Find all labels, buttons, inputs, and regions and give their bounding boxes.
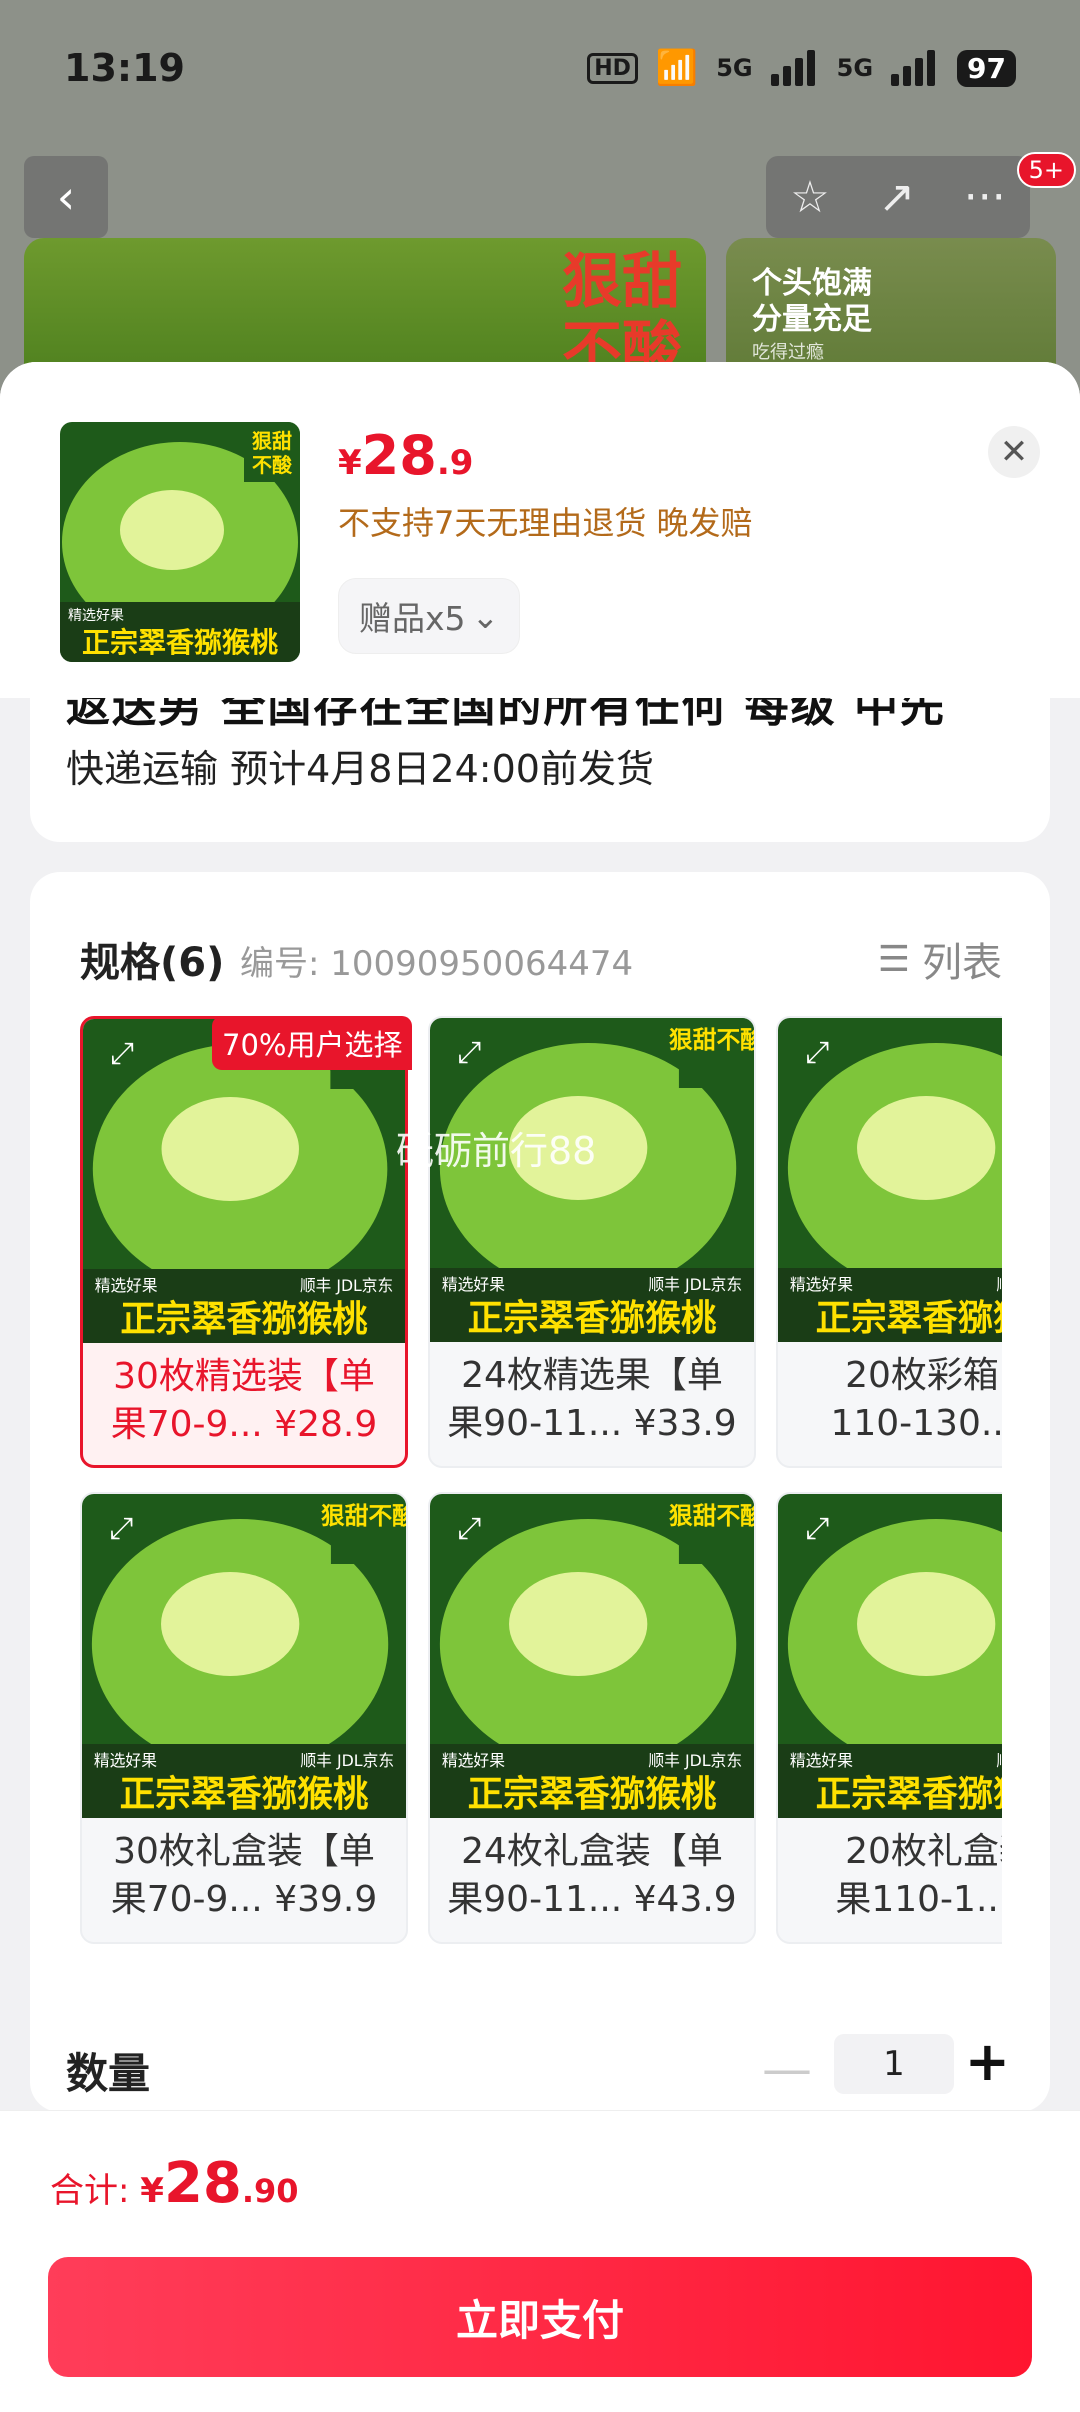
spec-option[interactable]: 狠甜不酸精选好果顺丰 JDL京东正宗翠香猕猴桃⤢20枚礼盒装果110-1... … bbox=[776, 1492, 1002, 1944]
svg-text:正宗翠香猕猴桃: 正宗翠香猕猴桃 bbox=[120, 1774, 369, 1815]
spec-option-label: 30枚礼盒装【单 果70-9... ¥39.9 bbox=[110, 1831, 378, 1920]
svg-text:⤢: ⤢ bbox=[110, 1036, 134, 1071]
spec-card: 规格(6) 编号: 10090950064474 ☰ 列表 狠甜不酸精选好果顺丰… bbox=[30, 872, 1050, 2112]
svg-text:正宗翠香猕猴桃: 正宗翠香猕猴桃 bbox=[468, 1774, 717, 1815]
checkout-footer: 合计: ¥28.90 立即支付 bbox=[0, 2110, 1080, 2412]
decrease-button[interactable]: — bbox=[762, 2040, 812, 2098]
signal-icon bbox=[770, 50, 819, 86]
svg-text:狠甜: 狠甜 bbox=[252, 429, 292, 453]
status-time: 13:19 bbox=[64, 46, 185, 90]
signal-5g-label: 5G bbox=[716, 54, 753, 82]
svg-text:顺丰 JDL京东: 顺丰 JDL京东 bbox=[648, 1275, 742, 1294]
spec-option-image: 狠甜不酸精选好果顺丰 JDL京东正宗翠香猕猴桃⤢ bbox=[778, 1018, 1002, 1342]
quantity-row: 数量 — 1 + bbox=[30, 2012, 1050, 2112]
sheet-header: 狠甜 不酸 精选好果 正宗翠香猕猴桃 ¥28.9 不支持7天无理由退货 晚发赔 … bbox=[0, 362, 1080, 698]
svg-text:顺丰 JDL京东: 顺丰 JDL京东 bbox=[648, 1751, 742, 1770]
address-line-partial: 返送男 全国存在全国的所有任何 每级 中先 bbox=[66, 698, 946, 732]
signal-icon-2 bbox=[891, 50, 939, 86]
svg-text:狠甜不酸: 狠甜不酸 bbox=[669, 1026, 754, 1054]
svg-text:顺丰 JDL京东: 顺丰 JDL京东 bbox=[996, 1275, 1002, 1294]
shipping-card: 返送男 全国存在全国的所有任何 每级 中先 快递运输 预计4月8日24:00前发… bbox=[30, 698, 1050, 842]
list-view-label: 列表 bbox=[922, 940, 1002, 986]
spec-option[interactable]: 狠甜不酸精选好果 顺丰 JDL京东正宗翠香猕猴桃 ⤢ 24枚礼盒装【单果90-11..… bbox=[428, 1492, 756, 1944]
svg-text:精选好果: 精选好果 bbox=[68, 608, 124, 624]
signal-5g-label-2: 5G bbox=[836, 54, 874, 82]
spec-option-image: 狠甜不酸精选好果 顺丰 JDL京东正宗翠香猕猴桃 ⤢ bbox=[82, 1494, 406, 1818]
unit-price: ¥28.9 bbox=[338, 424, 474, 487]
svg-text:顺丰 JDL京东: 顺丰 JDL京东 bbox=[300, 1751, 394, 1770]
spec-option-label: 20枚彩箱【110-130... ¥ bbox=[830, 1355, 1002, 1444]
list-icon: ☰ bbox=[877, 938, 910, 980]
svg-text:⤢: ⤢ bbox=[110, 1511, 134, 1546]
svg-text:正宗翠香猕猴桃: 正宗翠香猕猴桃 bbox=[816, 1774, 1002, 1815]
svg-text:狠甜不酸: 狠甜不酸 bbox=[669, 1502, 754, 1530]
spec-option[interactable]: 狠甜不酸精选好果顺丰 JDL京东正宗翠香猕猴桃⤢20枚彩箱【110-130...… bbox=[776, 1016, 1002, 1468]
svg-text:精选好果: 精选好果 bbox=[790, 1275, 853, 1294]
svg-text:⤢: ⤢ bbox=[806, 1511, 830, 1546]
svg-text:精选好果: 精选好果 bbox=[790, 1751, 853, 1770]
hd-icon: HD bbox=[587, 52, 638, 84]
close-icon: ✕ bbox=[999, 432, 1029, 472]
svg-text:正宗翠香猕猴桃: 正宗翠香猕猴桃 bbox=[120, 1299, 368, 1340]
spec-option-label: 30枚精选装【单 果70-9... ¥28.9 bbox=[110, 1356, 378, 1445]
spec-option-image: 狠甜不酸精选好果顺丰 JDL京东正宗翠香猕猴桃⤢ bbox=[778, 1494, 1002, 1818]
gift-label: 赠品x5 bbox=[359, 599, 466, 638]
spec-title: 规格(6) bbox=[80, 940, 225, 986]
svg-text:⤢: ⤢ bbox=[806, 1035, 830, 1070]
total-price: 合计: ¥28.90 bbox=[50, 2151, 299, 2216]
message-badge: 5+ bbox=[1016, 152, 1076, 188]
quantity-value[interactable]: 1 bbox=[834, 2034, 954, 2094]
product-code: 编号: 10090950064474 bbox=[240, 944, 634, 984]
chevron-down-icon: ⌄ bbox=[471, 596, 500, 636]
gift-button[interactable]: 赠品x5 ⌄ bbox=[338, 578, 521, 654]
shipping-info: 快递运输 预计4月8日24:00前发货 bbox=[66, 747, 654, 791]
quantity-title: 数量 bbox=[66, 2049, 151, 2098]
svg-text:顺丰 JDL京东: 顺丰 JDL京东 bbox=[996, 1751, 1002, 1770]
svg-text:⤢: ⤢ bbox=[458, 1035, 482, 1070]
svg-text:顺丰 JDL京东: 顺丰 JDL京东 bbox=[300, 1276, 393, 1295]
sku-sheet: 狠甜 不酸 精选好果 正宗翠香猕猴桃 ¥28.9 不支持7天无理由退货 晚发赔 … bbox=[0, 362, 1080, 2412]
svg-text:正宗翠香猕猴桃: 正宗翠香猕猴桃 bbox=[816, 1298, 1002, 1339]
pay-now-button[interactable]: 立即支付 bbox=[48, 2257, 1032, 2377]
spec-option-label: 24枚精选果【单 果90-11... ¥33.9 bbox=[447, 1355, 737, 1444]
battery-icon: 97 bbox=[957, 49, 1016, 87]
back-button[interactable]: ‹ bbox=[24, 156, 108, 238]
svg-text:精选好果: 精选好果 bbox=[442, 1751, 505, 1770]
watermark: 砥砺前行88 bbox=[396, 1129, 597, 1173]
favorite-icon[interactable]: ☆ bbox=[790, 172, 829, 223]
svg-text:⤢: ⤢ bbox=[458, 1511, 482, 1546]
svg-text:正宗翠香猕猴桃: 正宗翠香猕猴桃 bbox=[468, 1298, 717, 1339]
svg-text:正宗翠香猕猴桃: 正宗翠香猕猴桃 bbox=[82, 626, 278, 659]
popular-choice-badge: 70%用户选择 bbox=[212, 1016, 413, 1070]
spec-option[interactable]: 狠甜不酸精选好果顺丰 JDL京东正宗翠香猕猴桃⤢30枚精选装【单果70-9...… bbox=[80, 1016, 408, 1468]
list-view-toggle[interactable]: ☰ 列表 bbox=[878, 930, 1002, 988]
spec-option[interactable]: 狠甜不酸精选好果 顺丰 JDL京东正宗翠香猕猴桃 ⤢ 30枚礼盒装【单果70-9...… bbox=[80, 1492, 408, 1944]
spec-option-label: 20枚礼盒装果110-1... ¥ bbox=[835, 1831, 1002, 1920]
spec-option-image: 狠甜不酸精选好果 顺丰 JDL京东正宗翠香猕猴桃 ⤢ bbox=[430, 1494, 754, 1818]
spec-option-label: 24枚礼盒装【单 果90-11... ¥43.9 bbox=[447, 1831, 737, 1920]
spec-option-image: 狠甜不酸精选好果 顺丰 JDL京东正宗翠香猕猴桃 ⤢ bbox=[430, 1018, 754, 1342]
return-policy-notice: 不支持7天无理由退货 晚发赔 bbox=[338, 504, 753, 542]
svg-text:不酸: 不酸 bbox=[252, 453, 293, 477]
close-button[interactable]: ✕ bbox=[988, 426, 1040, 478]
wifi-icon: 📶 bbox=[655, 48, 699, 88]
share-icon[interactable]: ↗ bbox=[878, 172, 915, 223]
product-thumbnail[interactable]: 狠甜 不酸 精选好果 正宗翠香猕猴桃 bbox=[60, 422, 300, 662]
svg-text:精选好果: 精选好果 bbox=[94, 1751, 157, 1770]
back-icon: ‹ bbox=[56, 170, 76, 224]
top-action-group: ☆ ↗ ··· bbox=[766, 156, 1030, 238]
status-icons: HD 📶 5G 5G 97 bbox=[587, 48, 1016, 88]
status-bar: 13:19 HD 📶 5G 5G 97 bbox=[0, 0, 1080, 140]
increase-button[interactable]: + bbox=[965, 2030, 1010, 2093]
svg-text:精选好果: 精选好果 bbox=[95, 1276, 158, 1295]
svg-text:精选好果: 精选好果 bbox=[442, 1275, 505, 1294]
svg-text:狠甜不酸: 狠甜不酸 bbox=[321, 1502, 406, 1530]
spec-option[interactable]: 狠甜不酸精选好果 顺丰 JDL京东正宗翠香猕猴桃 ⤢ 24枚精选果【单果90-11..… bbox=[428, 1016, 756, 1468]
more-icon[interactable]: ··· bbox=[964, 172, 1006, 223]
